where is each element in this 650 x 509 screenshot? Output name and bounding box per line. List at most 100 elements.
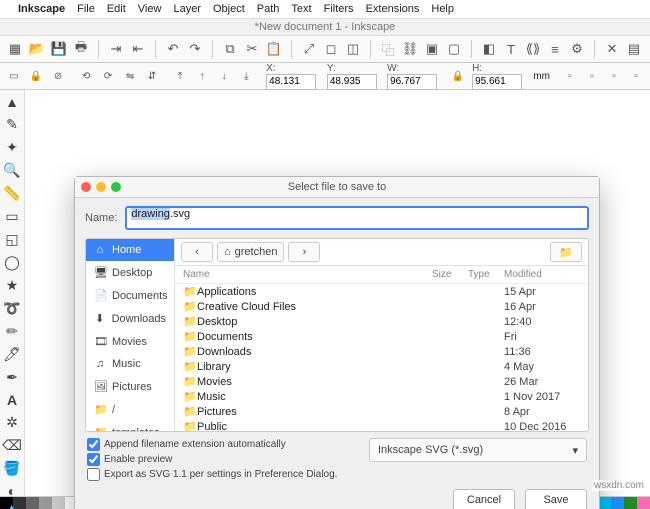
h-input[interactable] <box>472 74 522 90</box>
menu-view[interactable]: View <box>138 3 162 15</box>
lock-ratio-icon[interactable]: 🔒 <box>450 67 466 85</box>
copy-icon[interactable]: ⧉ <box>221 40 239 58</box>
filename-input[interactable]: drawing.svg <box>125 206 589 230</box>
file-row[interactable]: 📁Library4 May <box>175 359 588 374</box>
place-desktop[interactable]: 🖥Desktop <box>86 261 174 284</box>
deselect-icon[interactable]: ⊘ <box>50 67 66 85</box>
print-icon[interactable]: 🖶 <box>72 40 90 58</box>
file-row[interactable]: 📁Pictures8 Apr <box>175 404 588 419</box>
redo-icon[interactable]: ↷ <box>186 40 204 58</box>
zoom-window-icon[interactable] <box>111 182 121 192</box>
menu-extensions[interactable]: Extensions <box>366 3 420 15</box>
menu-file[interactable]: File <box>77 3 95 15</box>
menu-help[interactable]: Help <box>431 3 454 15</box>
flip-v-icon[interactable]: ⇵ <box>144 67 160 85</box>
file-row[interactable]: 📁Applications15 Apr <box>175 284 588 299</box>
docprops-icon[interactable]: ▤ <box>625 40 643 58</box>
select-all-icon[interactable]: ▭ <box>6 67 22 85</box>
place-home[interactable]: ⌂Home <box>86 239 174 261</box>
new-folder-button[interactable]: 📁 <box>550 242 582 262</box>
lower-bottom-icon[interactable]: ⤓ <box>238 67 254 85</box>
path-back-button[interactable]: ‹ <box>181 242 213 262</box>
selector-tool-icon[interactable]: ▲ <box>3 94 21 110</box>
pencil-tool-icon[interactable]: ✏ <box>3 323 21 340</box>
filetype-combo[interactable]: Inkscape SVG (*.svg)▾ <box>369 438 587 462</box>
eraser-tool-icon[interactable]: ⌫ <box>3 437 21 454</box>
undo-icon[interactable]: ↶ <box>164 40 182 58</box>
text-dialog-icon[interactable]: T <box>502 40 520 58</box>
fill-stroke-icon[interactable]: ◧ <box>480 40 498 58</box>
prefs-icon[interactable]: ⚙ <box>568 40 586 58</box>
place-root[interactable]: 📁/ <box>86 398 174 421</box>
place-templates[interactable]: 📁templates <box>86 421 174 432</box>
align-icon[interactable]: ≡ <box>546 40 564 58</box>
swatch[interactable] <box>611 497 624 509</box>
spiral-tool-icon[interactable]: ➰ <box>3 300 21 317</box>
dropper-tool-icon[interactable]: 💧 <box>3 505 21 509</box>
menu-filters[interactable]: Filters <box>324 3 354 15</box>
cancel-button[interactable]: Cancel <box>453 489 515 509</box>
raise-icon[interactable]: ↑ <box>194 67 210 85</box>
unit-label[interactable]: mm <box>533 71 550 82</box>
unlink-icon[interactable]: ⛓ <box>401 40 419 58</box>
menu-path[interactable]: Path <box>257 3 280 15</box>
ellipse-tool-icon[interactable]: ◯ <box>3 254 21 271</box>
menu-edit[interactable]: Edit <box>107 3 126 15</box>
menu-text[interactable]: Text <box>291 3 311 15</box>
bezier-tool-icon[interactable]: 🖊 <box>3 346 21 363</box>
place-downloads[interactable]: ⬇Downloads <box>86 307 174 330</box>
star-tool-icon[interactable]: ★ <box>3 277 21 294</box>
save-button[interactable]: Save <box>525 489 587 509</box>
node-tool-icon[interactable]: ✎ <box>3 116 21 133</box>
opt-export-checkbox[interactable] <box>87 468 100 481</box>
file-list-header[interactable]: Name Size Type Modified <box>175 266 588 284</box>
snap-icon[interactable]: ✕ <box>603 40 621 58</box>
file-list[interactable]: 📁Applications15 Apr📁Creative Cloud Files… <box>175 284 588 431</box>
measure-tool-icon[interactable]: 📏 <box>3 185 21 202</box>
zoom-fit-icon[interactable]: ⤢ <box>300 40 318 58</box>
menu-layer[interactable]: Layer <box>173 3 201 15</box>
file-row[interactable]: 📁Movies26 Mar <box>175 374 588 389</box>
group-icon[interactable]: ▣ <box>423 40 441 58</box>
flip-h-icon[interactable]: ⇋ <box>122 67 138 85</box>
close-icon[interactable] <box>81 182 91 192</box>
new-icon[interactable]: ▦ <box>6 40 24 58</box>
gradient-tool-icon[interactable]: ◐ <box>3 483 21 499</box>
swatch[interactable] <box>26 497 39 509</box>
open-icon[interactable]: 📂 <box>28 40 46 58</box>
lower-icon[interactable]: ↓ <box>216 67 232 85</box>
ungroup-icon[interactable]: ▢ <box>445 40 463 58</box>
swatch[interactable] <box>637 497 650 509</box>
file-row[interactable]: 📁Music1 Nov 2017 <box>175 389 588 404</box>
zoom-drawing-icon[interactable]: ◫ <box>344 40 362 58</box>
opt-append[interactable]: Append filename extension automatically <box>87 438 359 451</box>
rotate-cw-icon[interactable]: ⟳ <box>100 67 116 85</box>
x-input[interactable] <box>266 74 316 90</box>
place-movies[interactable]: 🎞Movies <box>86 330 174 353</box>
swatch[interactable] <box>39 497 52 509</box>
zoom-page-icon[interactable]: ◻ <box>322 40 340 58</box>
lock-icon[interactable]: 🔒 <box>28 67 44 85</box>
w-input[interactable] <box>387 74 437 90</box>
export-icon[interactable]: ⇤ <box>129 40 147 58</box>
text-tool-icon[interactable]: A <box>3 392 21 408</box>
affect-2-icon[interactable]: ▫ <box>584 67 600 85</box>
path-home-button[interactable]: ⌂ gretchen <box>217 242 284 262</box>
place-music[interactable]: ♫Music <box>86 353 174 375</box>
fill-tool-icon[interactable]: 🪣 <box>3 460 21 477</box>
calligraphy-tool-icon[interactable]: ✒ <box>3 369 21 386</box>
rect-tool-icon[interactable]: ▭ <box>3 208 21 225</box>
zoom-tool-icon[interactable]: 🔍 <box>3 162 21 179</box>
y-input[interactable] <box>327 74 377 90</box>
affect-1-icon[interactable]: ▫ <box>562 67 578 85</box>
paste-icon[interactable]: 📋 <box>265 40 283 58</box>
opt-preview[interactable]: Enable preview <box>87 453 359 466</box>
file-row[interactable]: 📁DocumentsFri <box>175 329 588 344</box>
import-icon[interactable]: ⇥ <box>107 40 125 58</box>
spray-tool-icon[interactable]: ✲ <box>3 414 21 431</box>
swatch[interactable] <box>52 497 65 509</box>
menu-object[interactable]: Object <box>213 3 245 15</box>
xml-icon[interactable]: ⟪⟫ <box>524 40 542 58</box>
cut-icon[interactable]: ✂ <box>243 40 261 58</box>
3dbox-tool-icon[interactable]: ◱ <box>3 231 21 248</box>
